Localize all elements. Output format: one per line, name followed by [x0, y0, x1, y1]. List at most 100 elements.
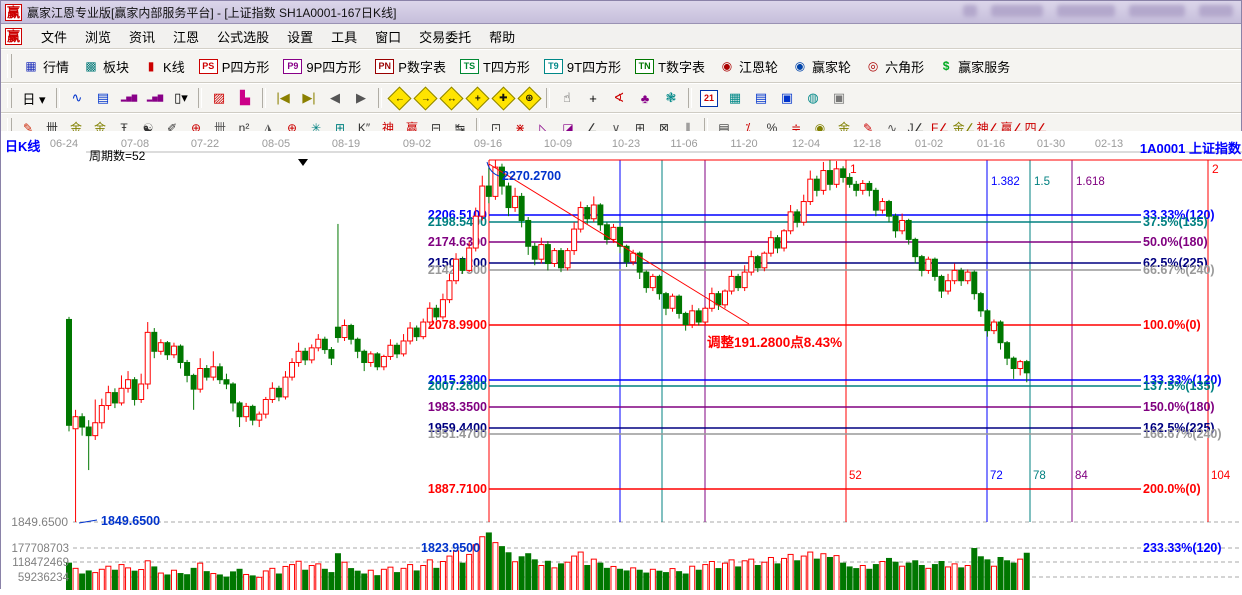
candle	[1018, 360, 1023, 375]
volume-bar	[998, 557, 1003, 590]
quotes-button[interactable]: ▦行情	[16, 54, 76, 79]
volume-bar	[827, 557, 832, 590]
menu-item-5[interactable]: 公式选股	[208, 28, 278, 47]
volume-bar	[237, 569, 242, 590]
t-table-button[interactable]: TNT数字表	[628, 54, 712, 79]
9t-square-icon: T9	[544, 59, 563, 74]
bars3-tool[interactable]: ▂▅▇	[116, 87, 142, 110]
calendar-tool[interactable]: 21	[696, 87, 722, 110]
volume-bar	[788, 554, 793, 590]
volume-bar	[552, 568, 557, 590]
scroll-right-button[interactable]: →	[412, 87, 438, 110]
next-page-button[interactable]: ▶	[348, 87, 374, 110]
low-axis-label: 1849.6500	[11, 515, 68, 529]
volume-profile-tool[interactable]: ▙	[232, 87, 258, 110]
pattern-tool[interactable]: ▨	[206, 87, 232, 110]
winner-service-button-label: 赢家服务	[958, 57, 1010, 76]
workstation-tool[interactable]: ▣	[826, 87, 852, 110]
toolbar-separator	[198, 88, 202, 109]
zoom-in-button[interactable]: ✚	[490, 87, 516, 110]
period-day-dropdown[interactable]: 日 ▾	[16, 87, 52, 110]
volume-bar	[887, 558, 892, 590]
menu-item-9[interactable]: 交易委托	[410, 28, 480, 47]
save-tool[interactable]: ▣	[774, 87, 800, 110]
zoom-out-button[interactable]: ⊕	[516, 87, 542, 110]
candle	[768, 231, 773, 257]
t-square-button[interactable]: TST四方形	[453, 54, 537, 79]
candle	[900, 214, 905, 235]
calculator-tool[interactable]: ▦	[722, 87, 748, 110]
volume-bar	[900, 566, 905, 590]
p-square-button[interactable]: PSP四方形	[192, 54, 277, 79]
prev-page-button[interactable]: ◀	[322, 87, 348, 110]
candle	[342, 319, 347, 341]
web-export-tool[interactable]: ◍	[800, 87, 826, 110]
p-table-button-label: P数字表	[398, 57, 446, 76]
svg-text:1887.7100: 1887.7100	[428, 482, 487, 496]
scroll-left-button[interactable]: ←	[386, 87, 412, 110]
child-window-icon[interactable]: 赢	[5, 28, 22, 45]
candle	[663, 292, 668, 315]
candle	[237, 401, 242, 427]
winner-wheel-button[interactable]: ◉赢家轮	[785, 54, 858, 79]
menu-item-10[interactable]: 帮助	[480, 28, 524, 47]
volume-bar	[991, 566, 996, 590]
candle	[362, 350, 367, 372]
menu-item-7[interactable]: 工具	[322, 28, 366, 47]
first-page-button[interactable]: |◀	[270, 87, 296, 110]
volume-bar	[73, 568, 78, 590]
last-page-button[interactable]: ▶|	[296, 87, 322, 110]
volume-bar	[303, 570, 308, 590]
smart-brain-tool[interactable]: ❃	[658, 87, 684, 110]
volume-bar	[447, 556, 452, 590]
volume-bar	[585, 566, 590, 590]
hexagon-button[interactable]: ◎六角形	[858, 54, 931, 79]
candle	[565, 248, 570, 270]
volume-bar	[434, 568, 439, 590]
window-title: 赢家江恩专业版[赢家内部服务平台] - [上证指数 SH1A0001-167日K…	[27, 4, 396, 21]
tree-tool[interactable]: ♣	[632, 87, 658, 110]
bars9-tool[interactable]: ▂▅▇	[142, 87, 168, 110]
9p-square-button[interactable]: P99P四方形	[276, 54, 368, 79]
menu-item-6[interactable]: 设置	[278, 28, 322, 47]
9t-square-button[interactable]: T99T四方形	[537, 54, 628, 79]
candle	[486, 167, 491, 203]
compare-chart-tool[interactable]: ∿	[64, 87, 90, 110]
candle	[808, 171, 813, 205]
kline-button[interactable]: ▮K线	[136, 54, 192, 79]
volume-bar	[1011, 563, 1016, 590]
volume-bar	[440, 562, 445, 591]
crosshair-tool[interactable]: +	[580, 87, 606, 110]
menu-item-3[interactable]: 资讯	[120, 28, 164, 47]
candle	[906, 219, 911, 245]
winner-service-button[interactable]: $赢家服务	[931, 54, 1017, 79]
hand-tool[interactable]: ☝	[554, 87, 580, 110]
candle	[73, 410, 78, 522]
sectors-button[interactable]: ▩板块	[76, 54, 136, 79]
candle	[493, 160, 498, 200]
svg-text:177708703: 177708703	[11, 543, 69, 555]
measure-tool[interactable]: ∢	[606, 87, 632, 110]
menu-item-4[interactable]: 江恩	[164, 28, 208, 47]
zoom-all-button[interactable]: +	[464, 87, 490, 110]
toolbar-grip[interactable]	[7, 54, 12, 78]
chart-area[interactable]: 06-2407-0807-2208-0508-1909-0209-1610-09…	[1, 131, 1242, 590]
candle-style-dropdown[interactable]: ▯▾	[168, 87, 194, 110]
zoom-horizontal-button[interactable]: ↔	[438, 87, 464, 110]
p-table-button[interactable]: PNP数字表	[368, 54, 453, 79]
menu-item-1[interactable]: 文件	[32, 28, 76, 47]
kline-chart-canvas[interactable]: 06-2407-0807-2208-0508-1909-0209-1610-09…	[1, 131, 1242, 590]
candle	[447, 274, 452, 303]
menu-item-2[interactable]: 浏览	[76, 28, 120, 47]
toolbar-grip[interactable]	[7, 88, 12, 109]
menu-item-8[interactable]: 窗口	[366, 28, 410, 47]
volume-bar	[126, 568, 131, 590]
info-doc-tool[interactable]: ▤	[90, 87, 116, 110]
volume-bar	[1024, 553, 1029, 590]
candle	[939, 275, 944, 298]
volume-bar	[913, 561, 918, 590]
gann-wheel-button[interactable]: ◉江恩轮	[712, 54, 785, 79]
volume-bar	[1018, 559, 1023, 590]
candle	[211, 351, 216, 380]
notes-tool[interactable]: ▤	[748, 87, 774, 110]
